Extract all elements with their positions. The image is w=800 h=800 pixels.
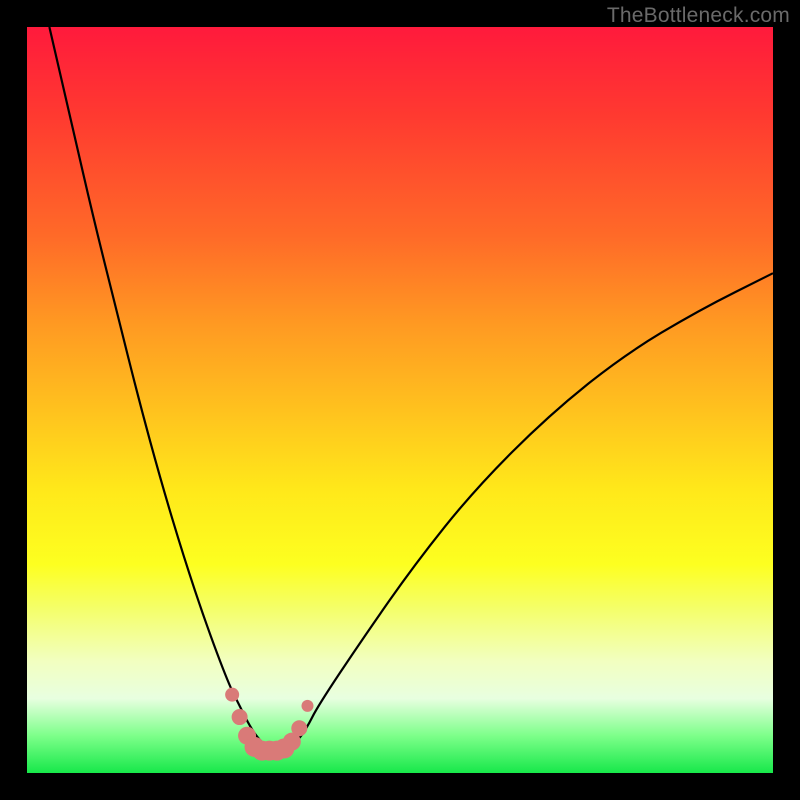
highlight-markers <box>225 688 313 761</box>
highlight-dot <box>225 688 239 702</box>
plot-area <box>27 27 773 773</box>
watermark-text: TheBottleneck.com <box>607 4 790 28</box>
curve-svg <box>27 27 773 773</box>
chart-frame: TheBottleneck.com <box>0 0 800 800</box>
highlight-dot <box>301 700 313 712</box>
curve-path <box>49 27 773 751</box>
bottleneck-curve <box>49 27 773 751</box>
highlight-dot <box>232 709 248 725</box>
highlight-dot <box>291 720 307 736</box>
